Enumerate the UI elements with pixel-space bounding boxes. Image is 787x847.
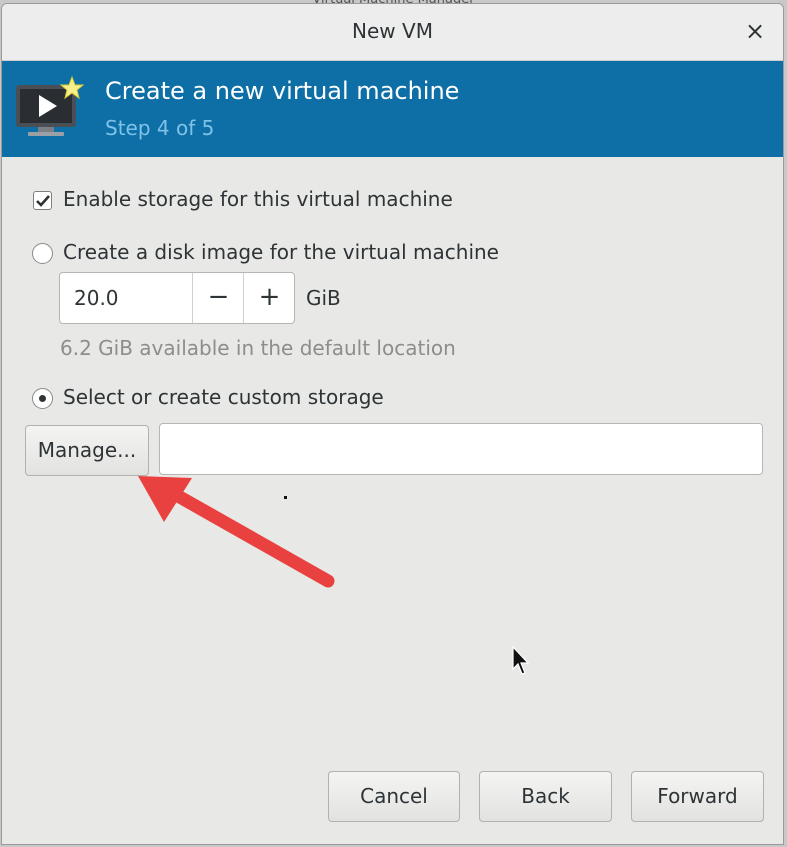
back-button[interactable]: Back	[479, 771, 612, 822]
storage-path-input[interactable]	[159, 423, 763, 475]
enable-storage-label[interactable]: Enable storage for this virtual machine	[63, 187, 453, 211]
create-disk-label[interactable]: Create a disk image for the virtual mach…	[63, 240, 499, 264]
wizard-step-indicator: Step 4 of 5	[105, 116, 215, 140]
mouse-cursor-icon	[512, 646, 530, 675]
forward-button[interactable]: Forward	[631, 771, 764, 822]
dialog-title: New VM	[352, 19, 433, 43]
disk-size-spinbutton[interactable]: 20.0 − +	[59, 272, 295, 324]
disk-size-value[interactable]: 20.0	[74, 286, 119, 310]
custom-storage-label[interactable]: Select or create custom storage	[63, 385, 384, 409]
create-disk-radio[interactable]	[32, 243, 53, 264]
manage-button[interactable]: Manage...	[25, 425, 149, 476]
available-space-text: 6.2 GiB available in the default locatio…	[60, 336, 456, 360]
close-icon[interactable]: ×	[741, 17, 769, 45]
increment-button[interactable]: +	[243, 273, 295, 323]
decrement-button[interactable]: −	[192, 273, 244, 323]
disk-size-unit: GiB	[306, 286, 341, 310]
dialog-titlebar: New VM ×	[2, 4, 783, 61]
checkmark-icon	[36, 195, 50, 207]
enable-storage-checkbox[interactable]	[33, 191, 52, 210]
custom-storage-radio[interactable]	[32, 388, 53, 409]
vm-monitor-star-icon	[16, 75, 85, 136]
cancel-button[interactable]: Cancel	[328, 771, 460, 822]
wizard-heading: Create a new virtual machine	[105, 77, 460, 105]
red-annotation-arrow	[138, 476, 335, 588]
wizard-banner: Create a new virtual machine Step 4 of 5	[2, 61, 783, 157]
